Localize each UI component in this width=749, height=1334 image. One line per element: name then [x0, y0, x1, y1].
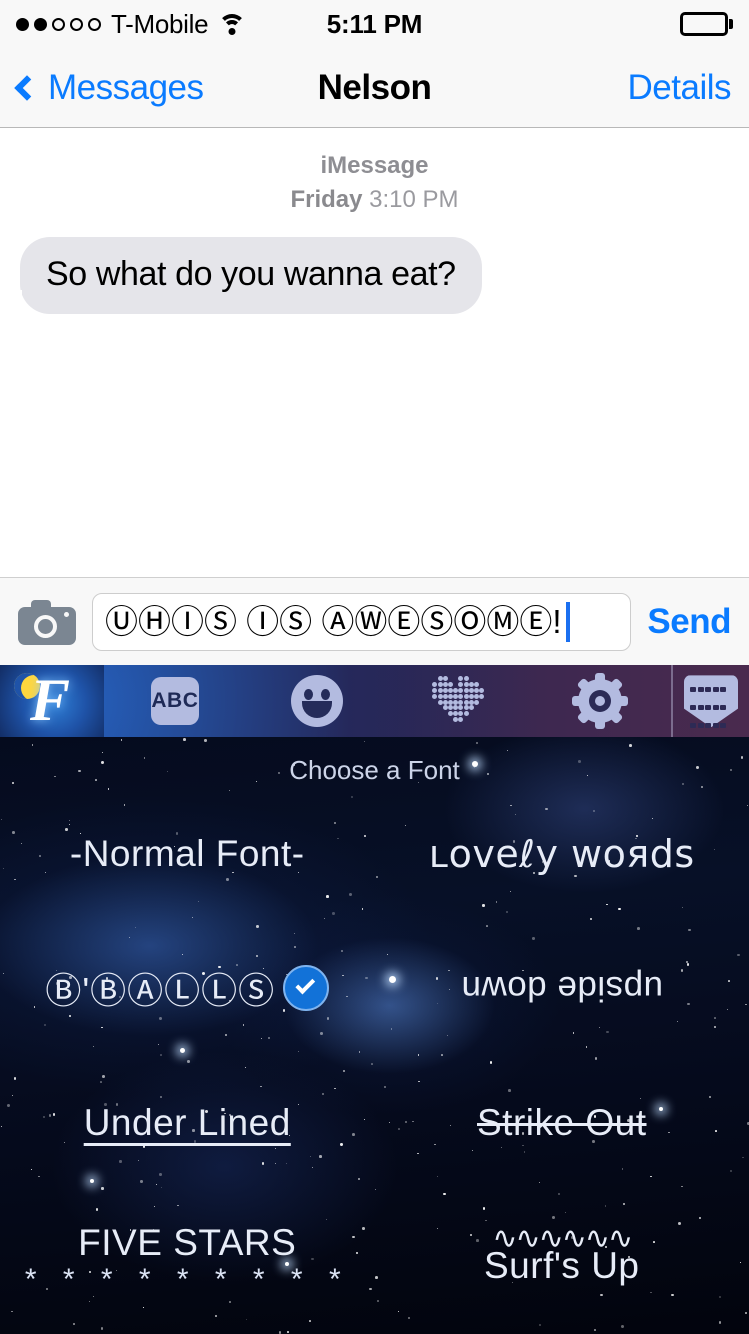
signal-dot-3: [52, 17, 65, 31]
font-picker-panel: Choose a Font -Normal Font-ʟoveℓy woяds Ⓑ…: [0, 737, 749, 1334]
messages-screen: T-Mobile 5:11 PM Messages Nelson Details…: [0, 0, 749, 1334]
message-bubble-incoming[interactable]: So what do you wanna eat?: [2, 236, 482, 314]
status-bar-left: T-Mobile: [16, 8, 247, 40]
tab-abc[interactable]: ABC: [104, 665, 246, 737]
keyboard-dismiss-icon: [684, 675, 738, 729]
keyboard-dismiss-button[interactable]: [671, 665, 749, 738]
send-button[interactable]: Send: [647, 602, 731, 642]
message-row-incoming: So what do you wanna eat?: [2, 236, 729, 314]
battery-icon: [680, 12, 733, 36]
details-button[interactable]: Details: [628, 68, 732, 108]
keyboard-toolbar: F ABC: [0, 665, 749, 738]
font-option-label: ʟoveℓy woяds: [428, 831, 695, 876]
signal-dot-5: [88, 17, 101, 31]
font-option-normal[interactable]: -Normal Font-: [0, 786, 375, 921]
font-picker-title: Choose a Font: [289, 755, 460, 786]
font-option-fivestars[interactable]: FIVE STARS * * * * * * * * *: [0, 1190, 375, 1325]
font-option-grid: -Normal Font-ʟoveℓy woяds Ⓑ'ⒷⒶⓁⓁⓈ upside d…: [0, 786, 749, 1325]
signal-strength-dots: [16, 17, 101, 31]
status-bar-right: [680, 12, 733, 36]
font-option-label: FIVE STARS: [78, 1222, 297, 1264]
carrier-label: T-Mobile: [111, 8, 209, 39]
status-bar: T-Mobile 5:11 PM: [0, 0, 749, 48]
font-option-lovely[interactable]: ʟoveℓy woяds: [375, 786, 749, 921]
font-option-label: Under Lined: [83, 1102, 291, 1144]
imessage-service-label: iMessage: [320, 152, 429, 179]
font-option-surfsup[interactable]: ∿∿∿∿∿∿ Surf's Up: [375, 1190, 749, 1325]
message-time: 3:10 PM: [369, 186, 459, 214]
tab-settings[interactable]: [529, 665, 671, 737]
logo-letter: F: [30, 667, 71, 734]
font-option-label: Surf's Up: [484, 1245, 640, 1287]
text-cursor: [565, 601, 570, 642]
chevron-left-icon: [14, 74, 40, 101]
font-option-label: upside down: [460, 969, 663, 1009]
smiley-icon: [290, 675, 343, 728]
dot-art-heart-icon: [432, 676, 485, 726]
message-timestamp-header: iMessage Friday 3:10 PM: [20, 150, 729, 217]
font-option-label: Ⓑ'ⒷⒶⓁⓁⓈ: [45, 970, 276, 1012]
tab-dot-art[interactable]: [388, 665, 530, 737]
message-day: Friday: [290, 186, 363, 214]
back-to-messages-button[interactable]: Messages: [14, 67, 204, 108]
signal-dot-1: [16, 17, 29, 31]
message-daytime: Friday 3:10 PM: [20, 184, 729, 216]
camera-icon[interactable]: [18, 599, 76, 645]
font-option-label: -Normal Font-: [69, 832, 305, 874]
back-button-label: Messages: [48, 67, 204, 107]
signal-dot-2: [34, 17, 47, 31]
stars-decoration: * * * * * * * * *: [24, 1263, 350, 1297]
font-option-bballs[interactable]: Ⓑ'ⒷⒶⓁⓁⓈ: [0, 921, 375, 1056]
wifi-icon: [218, 13, 247, 35]
abc-icon: ABC: [150, 677, 199, 726]
message-input-bar: ⓊⒽⒾⓈ ⒾⓈ ⒶⓌⒺⓈⓄⓂⒺ! Send: [0, 577, 749, 666]
font-option-label: Strike Out: [477, 1102, 647, 1144]
tab-emoji[interactable]: [246, 665, 388, 737]
font-option-strikeout[interactable]: Strike Out: [375, 1056, 749, 1191]
conversation-thread[interactable]: iMessage Friday 3:10 PM So what do you w…: [0, 128, 749, 578]
signal-dot-4: [70, 17, 83, 31]
font-option-underlined[interactable]: Under Lined: [0, 1056, 375, 1191]
font-candy-logo[interactable]: F: [0, 665, 104, 738]
font-option-upsidedown[interactable]: upside down: [375, 921, 749, 1056]
navigation-bar: Messages Nelson Details: [0, 48, 749, 128]
selected-check-icon: [283, 965, 330, 1012]
message-input-value: ⓊⒽⒾⓈ ⒾⓈ ⒶⓌⒺⓈⓄⓂⒺ!: [105, 603, 562, 641]
gear-icon: [572, 673, 629, 730]
message-input-field[interactable]: ⓊⒽⒾⓈ ⒾⓈ ⒶⓌⒺⓈⓄⓂⒺ!: [92, 592, 632, 651]
